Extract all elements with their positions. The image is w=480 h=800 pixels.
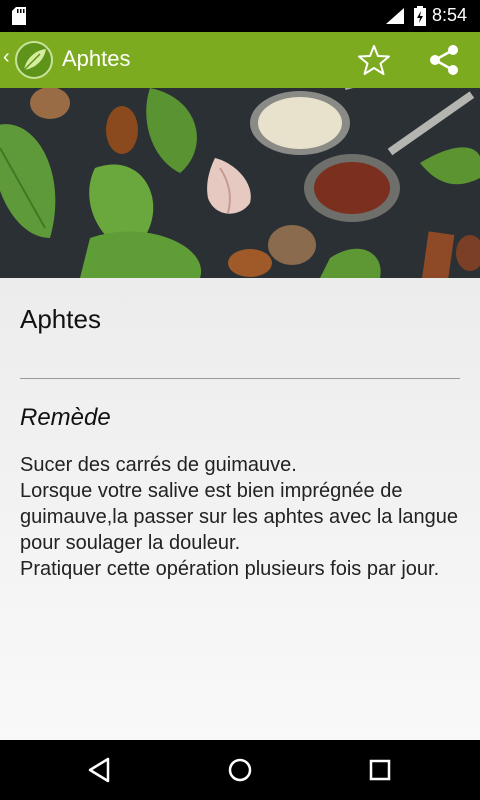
remedy-line: Lorsque votre salive est bien imprégnée … [20, 480, 459, 554]
remedy-line: Sucer des carrés de guimauve. [20, 454, 297, 476]
battery-icon [414, 6, 426, 26]
remedy-text: Sucer des carrés de guimauve. Lorsque vo… [20, 452, 465, 582]
signal-icon [386, 8, 404, 24]
spices-and-herbs-photo [0, 88, 480, 278]
app-bar: ‹ Aphtes [0, 32, 480, 88]
status-bar: 8:54 [0, 0, 480, 32]
content-area: Aphtes Remède Sucer des carrés de guimau… [0, 278, 480, 740]
content-heading: Aphtes [20, 304, 101, 334]
divider [20, 378, 460, 379]
sd-card-icon [12, 7, 26, 25]
share-icon[interactable] [426, 42, 462, 78]
star-icon[interactable] [356, 42, 392, 78]
status-time: 8:54 [432, 5, 468, 25]
leaf-logo-icon[interactable] [14, 40, 54, 80]
navigation-bar [0, 740, 480, 800]
section-title: Remède [20, 404, 111, 431]
back-chevron-icon[interactable]: ‹ [3, 46, 10, 69]
back-triangle-icon[interactable] [84, 754, 116, 786]
hero-image [0, 88, 480, 278]
remedy-line: Pratiquer cette opération plusieurs fois… [20, 558, 440, 580]
home-circle-icon[interactable] [224, 754, 256, 786]
recents-square-icon[interactable] [364, 754, 396, 786]
page-title: Aphtes [62, 46, 131, 71]
